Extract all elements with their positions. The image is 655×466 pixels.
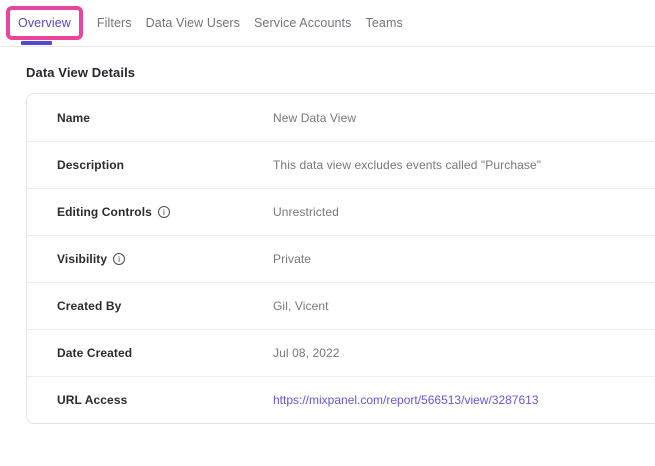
row-label: Date Created [57, 346, 273, 360]
table-row-editing-controls: Editing Controls i Unrestricted [27, 188, 655, 235]
row-label-text: Visibility [57, 252, 107, 266]
tab-service-accounts[interactable]: Service Accounts [254, 16, 351, 30]
tab-filters[interactable]: Filters [97, 16, 132, 30]
table-row-description: Description This data view excludes even… [27, 141, 655, 188]
row-label: Name [57, 111, 273, 125]
row-value: This data view excludes events called "P… [273, 158, 541, 172]
annotation-highlight: Overview [6, 6, 83, 40]
row-value: New Data View [273, 111, 356, 125]
tab-bar: Overview Filters Data View Users Service… [0, 0, 655, 47]
table-row-created-by: Created By Gil, Vicent [27, 282, 655, 329]
url-access-link[interactable]: https://mixpanel.com/report/566513/view/… [273, 393, 539, 407]
page-title: Data View Details [26, 65, 655, 80]
row-label-text: Created By [57, 299, 121, 313]
row-label: Editing Controls i [57, 205, 273, 219]
table-row-url-access: URL Access https://mixpanel.com/report/5… [27, 376, 655, 423]
info-icon[interactable]: i [158, 206, 170, 218]
data-view-settings-page: Overview Filters Data View Users Service… [0, 0, 655, 466]
row-label: Description [57, 158, 273, 172]
table-row-name: Name New Data View [27, 94, 655, 141]
tab-overview[interactable]: Overview [18, 16, 71, 30]
row-label-text: Date Created [57, 346, 132, 360]
row-label: Created By [57, 299, 273, 313]
table-row-visibility: Visibility i Private [27, 235, 655, 282]
active-tab-indicator [21, 41, 52, 45]
row-value: Unrestricted [273, 205, 339, 219]
row-value: Gil, Vicent [273, 299, 329, 313]
row-label: URL Access [57, 393, 273, 407]
row-value: Private [273, 252, 311, 266]
row-label-text: Editing Controls [57, 205, 152, 219]
row-label-text: Description [57, 158, 124, 172]
details-card: Name New Data View Description This data… [26, 93, 655, 424]
row-value: Jul 08, 2022 [273, 346, 340, 360]
row-label-text: URL Access [57, 393, 127, 407]
info-icon[interactable]: i [113, 253, 125, 265]
table-row-date-created: Date Created Jul 08, 2022 [27, 329, 655, 376]
row-label: Visibility i [57, 252, 273, 266]
row-label-text: Name [57, 111, 90, 125]
tab-teams[interactable]: Teams [365, 16, 402, 30]
tab-data-view-users[interactable]: Data View Users [146, 16, 240, 30]
